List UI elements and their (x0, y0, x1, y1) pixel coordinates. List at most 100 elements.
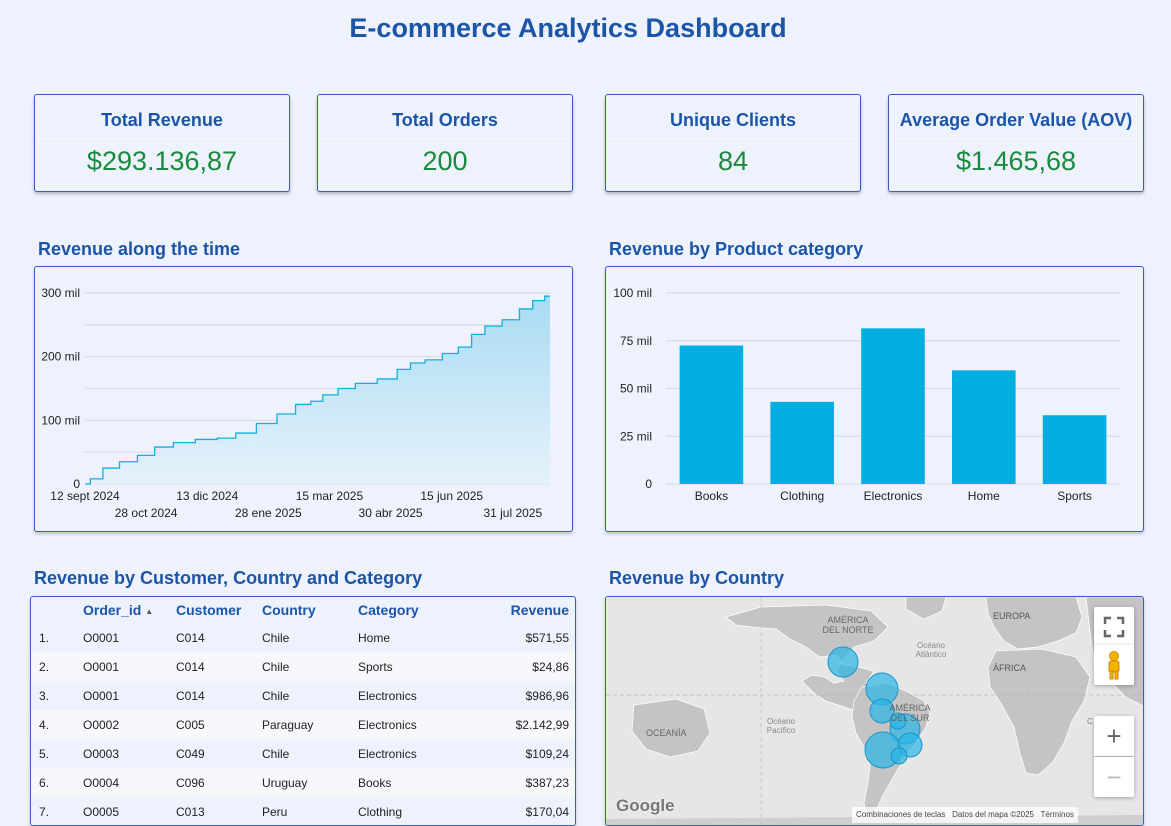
revenue-cell: $571,55 (468, 623, 575, 652)
x-tick-label: Books (695, 489, 728, 503)
table-row[interactable]: 5. O0003 C049 Chile Electronics $109,24 (31, 739, 575, 768)
customer-cell: C014 (176, 681, 262, 710)
y-tick-label: 300 mil (41, 286, 80, 300)
y-tick-label: 50 mil (620, 382, 652, 396)
column-header-customer[interactable]: Customer (176, 597, 262, 623)
section-title-category: Revenue by Product category (609, 239, 864, 259)
bar-sports[interactable] (1042, 415, 1107, 484)
category-cell: Home (358, 623, 468, 652)
fullscreen-icon (1103, 616, 1125, 638)
kpi-label: Total Orders (392, 110, 498, 130)
section-title-time: Revenue along the time (38, 239, 241, 259)
zoom-in-button[interactable]: + (1094, 716, 1134, 756)
revenue-cell: $387,23 (468, 768, 575, 797)
order-id-cell: O0001 (83, 681, 176, 710)
y-tick-label: 25 mil (620, 429, 652, 443)
keyboard-shortcuts-link[interactable]: Combinaciones de teclas (856, 810, 945, 819)
bar-electronics[interactable] (861, 328, 925, 484)
kpi-value: $293.136,87 (86, 146, 238, 176)
revenue-cell: $109,24 (468, 739, 575, 768)
x-tick-label: 12 sept 2024 (50, 489, 120, 503)
kpi-total-revenue: Total Revenue $293.136,87 (34, 94, 290, 192)
order-id-cell: O0001 (83, 652, 176, 681)
x-tick-label: 13 dic 2024 (176, 489, 238, 503)
category-cell: Electronics (358, 739, 468, 768)
customer-cell: C096 (176, 768, 262, 797)
kpi-total-orders: Total Orders 200 (317, 94, 573, 192)
column-header-country[interactable]: Country (262, 597, 358, 623)
section-title-country: Revenue by Country (609, 568, 785, 588)
kpi-label: Average Order Value (AOV) (899, 110, 1133, 130)
google-logo: Google (616, 796, 675, 815)
customer-cell: C049 (176, 739, 262, 768)
map-label-asia-edge: C (1087, 717, 1093, 726)
bar-clothing[interactable] (770, 401, 834, 484)
table-row[interactable]: 1. O0001 C014 Chile Home $571,55 (31, 623, 575, 652)
zoom-out-button[interactable]: − (1094, 757, 1134, 797)
bar-books[interactable] (679, 345, 744, 484)
table-row[interactable]: 4. O0002 C005 Paraguay Electronics $2.142,99 (31, 710, 575, 739)
row-index: 1. (31, 623, 83, 652)
kpi-unique-clients: Unique Clients 84 (605, 94, 861, 192)
row-index: 6. (31, 768, 83, 797)
row-index: 2. (31, 652, 83, 681)
terms-link[interactable]: Términos (1041, 810, 1074, 819)
map-attribution: Combinaciones de teclas Datos del mapa ©… (852, 807, 1078, 823)
map-label-north-america: AMÉRICA DEL NORTE (822, 615, 874, 635)
x-tick-label: 15 mar 2025 (296, 489, 364, 503)
table-row[interactable]: 6. O0004 C096 Uruguay Books $387,23 (31, 768, 575, 797)
row-index: 4. (31, 710, 83, 739)
country-cell: Chile (262, 652, 358, 681)
x-tick-label: Home (968, 489, 1000, 503)
column-header-order-id[interactable]: Order_id ▲ (83, 597, 176, 623)
revenue-country-map[interactable]: AMÉRICA DEL NORTE EUROPA Océano Atlántic… (605, 596, 1144, 826)
page-title: E-commerce Analytics Dashboard (349, 13, 787, 43)
map-label-pacific: Océano Pacífico (766, 717, 796, 735)
y-tick-label: 0 (645, 477, 652, 491)
revenue-time-chart: 0100 mil200 mil300 mil12 sept 202428 oct… (41, 286, 550, 520)
kpi-aov: Average Order Value (AOV) $1.465,68 (888, 94, 1144, 192)
customer-cell: C005 (176, 710, 262, 739)
bar-home[interactable] (952, 370, 1016, 484)
y-tick-label: 200 mil (41, 350, 80, 364)
x-tick-label: 28 oct 2024 (115, 506, 178, 520)
country-cell: Chile (262, 681, 358, 710)
sort-ascending-icon[interactable]: ▲ (145, 607, 153, 616)
order-id-cell: O0004 (83, 768, 176, 797)
table-row[interactable]: 3. O0001 C014 Chile Electronics $986,96 (31, 681, 575, 710)
x-tick-label: 31 jul 2025 (483, 506, 542, 520)
order-id-cell: O0001 (83, 623, 176, 652)
revenue-table: Order_id ▲ Customer Country Category Rev… (31, 597, 575, 825)
x-tick-label: 28 ene 2025 (235, 506, 302, 520)
column-header-category[interactable]: Category (358, 597, 468, 623)
column-header-revenue[interactable]: Revenue (468, 597, 575, 623)
revenue-category-chart-panel: 0 25 mil 50 mil 75 mil 100 mil Books Clothing E… (605, 266, 1144, 532)
category-cell: Books (358, 768, 468, 797)
map-label-africa: ÁFRICA (993, 663, 1027, 673)
kpi-value: $1.465,68 (955, 146, 1077, 176)
customer-cell: C014 (176, 652, 262, 681)
y-tick-label: 100 mil (613, 286, 652, 300)
pegman-button[interactable] (1094, 645, 1134, 685)
fullscreen-button[interactable] (1094, 607, 1134, 647)
x-tick-label: Clothing (780, 489, 824, 503)
category-cell: Electronics (358, 681, 468, 710)
row-index: 5. (31, 739, 83, 768)
map-label-oceania: OCEANÍA (646, 728, 687, 738)
revenue-category-chart: 0 25 mil 50 mil 75 mil 100 mil Books Clothing E… (613, 286, 1120, 503)
kpi-value: 84 (717, 146, 749, 176)
x-tick-label: 30 abr 2025 (359, 506, 423, 520)
revenue-time-chart-panel: 0 100 mil 200 mil 300 mil 12 sept 2024 28 oct… (34, 266, 573, 532)
pegman-icon (1108, 651, 1120, 680)
order-id-cell: O0003 (83, 739, 176, 768)
kpi-label: Unique Clients (669, 110, 796, 130)
customer-cell: C014 (176, 623, 262, 652)
map-label-atlantic: Océano Atlántico (915, 641, 947, 659)
row-index: 3. (31, 681, 83, 710)
map-data-text: Datos del mapa ©2025 (952, 810, 1035, 819)
country-bubble (890, 747, 908, 765)
table-row[interactable]: 2. O0001 C014 Chile Sports $24,86 (31, 652, 575, 681)
category-cell: Sports (358, 652, 468, 681)
revenue-cell: $986,96 (468, 681, 575, 710)
country-cell: Chile (262, 739, 358, 768)
